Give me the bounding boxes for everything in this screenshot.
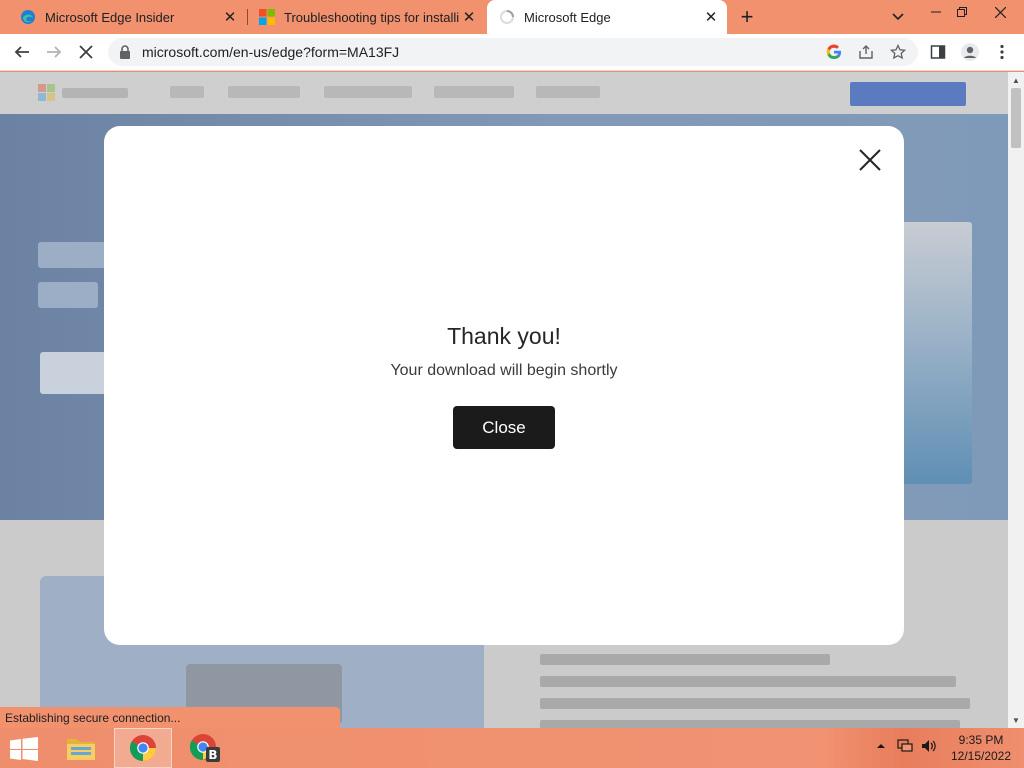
close-button[interactable]: Close [453, 406, 555, 449]
file-explorer-taskbar-button[interactable] [52, 728, 110, 768]
profile-badge: B [208, 748, 217, 762]
google-icon[interactable] [826, 44, 842, 60]
forward-button[interactable] [42, 40, 66, 64]
menu-button[interactable] [990, 40, 1014, 64]
network-icon [897, 739, 913, 752]
tab-strip: Microsoft Edge Insider ✕ Troubleshooting… [0, 0, 1024, 34]
chevron-down-icon [892, 13, 904, 21]
scroll-thumb[interactable] [1011, 88, 1021, 148]
close-tab-icon[interactable]: ✕ [701, 7, 721, 27]
download-thank-you-dialog: Thank you! Your download will begin shor… [104, 126, 904, 645]
chrome-taskbar-button[interactable] [114, 728, 172, 768]
background-nav-item [324, 86, 412, 98]
file-explorer-icon [67, 739, 95, 760]
scroll-down-arrow-icon[interactable]: ▼ [1008, 712, 1024, 728]
star-bookmark-icon[interactable] [890, 44, 906, 60]
background-text-line [540, 654, 830, 665]
background-site-nav [0, 72, 1008, 114]
chevron-up-icon [877, 744, 885, 748]
system-clock[interactable]: 9:35 PM 12/15/2022 [944, 732, 1018, 764]
address-bar[interactable]: microsoft.com/en-us/edge?form=MA13FJ [108, 38, 918, 66]
arrow-right-icon [47, 46, 62, 58]
url-text: microsoft.com/en-us/edge?form=MA13FJ [142, 44, 400, 60]
close-icon[interactable] [856, 146, 884, 174]
loading-spinner-icon [500, 10, 514, 24]
page-scrollbar[interactable]: ▲ ▼ [1008, 72, 1024, 728]
share-icon[interactable] [858, 44, 874, 60]
tab-edge-insider[interactable]: Microsoft Edge Insider ✕ [0, 0, 246, 34]
background-text-line [540, 698, 970, 709]
minimize-icon [931, 11, 941, 13]
edge-icon [21, 10, 35, 24]
tab-troubleshooting[interactable]: Troubleshooting tips for installing ✕ [248, 0, 485, 34]
restore-button[interactable] [946, 0, 978, 24]
background-text-line [540, 720, 960, 728]
restore-icon [957, 7, 967, 17]
background-nav-item [434, 86, 514, 98]
windows-start-icon[interactable] [10, 737, 38, 761]
profile-button[interactable] [958, 40, 982, 64]
chrome-profile-b-icon: B [189, 734, 220, 762]
background-hero-button [40, 352, 106, 394]
new-tab-button[interactable]: + [735, 4, 759, 29]
status-bubble: Establishing secure connection... [0, 707, 340, 729]
close-window-button[interactable] [984, 0, 1016, 24]
network-tray-button[interactable] [897, 739, 913, 756]
arrow-left-icon [14, 46, 29, 58]
dialog-message: Your download will begin shortly [390, 362, 618, 379]
speaker-icon [922, 740, 936, 752]
back-button[interactable] [10, 40, 34, 64]
dialog-heading: Thank you! [447, 323, 561, 349]
chrome-icon [129, 735, 157, 762]
volume-tray-button[interactable] [921, 739, 937, 756]
clock-date: 12/15/2022 [950, 749, 1012, 763]
kebab-menu-icon [1000, 44, 1004, 60]
close-tab-icon[interactable]: ✕ [220, 7, 240, 27]
tab-title: Microsoft Edge Insider [45, 9, 175, 25]
tab-search-button[interactable] [882, 5, 914, 29]
chrome-profile-taskbar-button[interactable]: B [176, 728, 234, 768]
stop-icon [79, 45, 93, 59]
background-nav-item [536, 86, 600, 98]
windows-taskbar: B 9:35 PM 12/15/2022 [0, 728, 1024, 768]
background-hero-image [900, 222, 972, 484]
background-nav-item [170, 86, 204, 98]
tab-microsoft-edge[interactable]: Microsoft Edge ✕ [487, 0, 727, 34]
microsoft-logo-icon [38, 84, 130, 102]
browser-toolbar: microsoft.com/en-us/edge?form=MA13FJ [0, 34, 1024, 71]
background-download-button [850, 82, 966, 106]
close-icon [994, 6, 1006, 18]
microsoft-logo-icon [259, 9, 275, 25]
stop-loading-button[interactable] [74, 40, 98, 64]
background-nav-item [228, 86, 300, 98]
avatar-icon [961, 43, 979, 61]
background-text-line [540, 676, 956, 687]
clock-time: 9:35 PM [958, 733, 1004, 747]
tab-title: Microsoft Edge [524, 9, 611, 25]
lock-icon[interactable] [118, 45, 132, 59]
tab-title: Troubleshooting tips for installing [284, 9, 459, 25]
show-hidden-icons-button[interactable] [876, 740, 886, 752]
side-panel-icon [930, 45, 946, 59]
scroll-up-arrow-icon[interactable]: ▲ [1008, 72, 1024, 88]
close-tab-icon[interactable]: ✕ [459, 7, 479, 27]
side-panel-button[interactable] [926, 40, 950, 64]
